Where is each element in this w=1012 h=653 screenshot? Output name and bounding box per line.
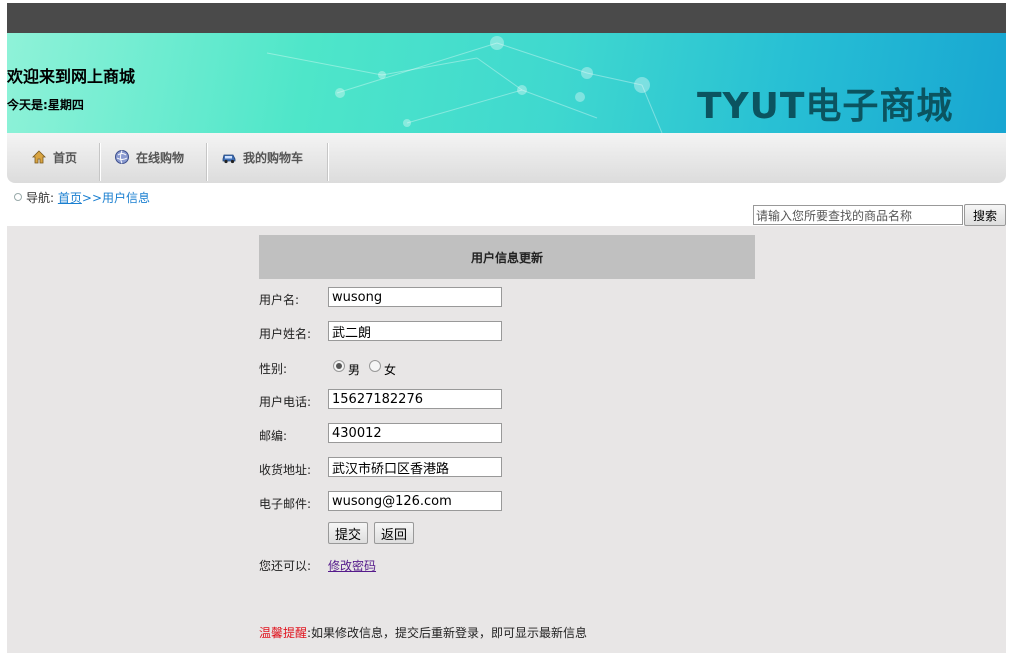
car-icon: [222, 154, 236, 164]
search-button[interactable]: 搜索: [964, 204, 1006, 226]
phone-label: 用户电话:: [259, 395, 312, 409]
gender-female-label: 女: [384, 363, 397, 377]
user-info-panel: 用户信息更新 用户名: 用户姓名: 性别: 男 女 用户电话: 邮编: 收货地址…: [7, 226, 1006, 653]
gender-female-radio[interactable]: [369, 360, 381, 372]
tip-text: :如果修改信息，提交后重新登录，即可显示最新信息: [307, 626, 588, 640]
back-button[interactable]: 返回: [374, 522, 415, 544]
bullet-icon: [14, 193, 22, 201]
zip-field[interactable]: [328, 423, 502, 443]
welcome-text: 欢迎来到网上商城: [7, 67, 136, 86]
today-line: 今天是:星期四: [7, 96, 84, 113]
nav-divider: [327, 143, 328, 181]
nav-label-shop: 在线购物: [136, 150, 185, 165]
username-label: 用户名:: [259, 293, 300, 307]
home-icon: [32, 150, 46, 164]
main-nav: 首页 在线购物 我的购物车: [7, 133, 1006, 183]
email-field[interactable]: [328, 491, 502, 511]
gender-label: 性别:: [259, 362, 288, 376]
today-weekday: 星期四: [47, 98, 84, 112]
breadcrumb-prefix: 导航:: [26, 191, 55, 205]
breadcrumb-current: >>用户信息: [81, 191, 151, 205]
nav-item-cart[interactable]: 我的购物车: [221, 133, 303, 181]
header-banner: 欢迎来到网上商城 今天是:星期四 TYUT电子商城: [7, 33, 1006, 133]
address-field[interactable]: [328, 457, 502, 477]
username-field[interactable]: [328, 287, 502, 307]
email-label: 电子邮件:: [259, 497, 312, 511]
zip-label: 邮编:: [259, 429, 288, 443]
realname-field[interactable]: [328, 321, 502, 341]
today-label: 今天是:: [7, 98, 48, 112]
gender-male-radio[interactable]: [333, 360, 345, 372]
breadcrumb: 导航: 首页>>用户信息: [14, 189, 150, 206]
nav-item-home[interactable]: 首页: [31, 133, 77, 181]
search-input[interactable]: [753, 205, 963, 225]
globe-icon: [115, 150, 129, 164]
nav-divider: [206, 143, 207, 181]
nav-divider: [99, 143, 100, 181]
tip-title: 温馨提醒: [259, 626, 308, 640]
form-title: 用户信息更新: [259, 235, 755, 279]
top-dark-bar: [7, 3, 1006, 33]
breadcrumb-home-link[interactable]: 首页: [58, 191, 82, 205]
tip-message: 温馨提醒:如果修改信息，提交后重新登录，即可显示最新信息: [259, 624, 587, 641]
nav-label-cart: 我的购物车: [243, 150, 304, 165]
change-password-link[interactable]: 修改密码: [328, 557, 376, 574]
gender-male-label: 男: [348, 363, 361, 377]
also-label: 您还可以:: [259, 559, 312, 573]
realname-label: 用户姓名:: [259, 327, 312, 341]
nav-item-shop[interactable]: 在线购物: [114, 133, 184, 181]
phone-field[interactable]: [328, 389, 502, 409]
submit-button[interactable]: 提交: [328, 522, 369, 544]
site-brand: TYUT电子商城: [697, 86, 954, 127]
address-label: 收货地址:: [259, 463, 312, 477]
nav-label-home: 首页: [53, 150, 78, 165]
